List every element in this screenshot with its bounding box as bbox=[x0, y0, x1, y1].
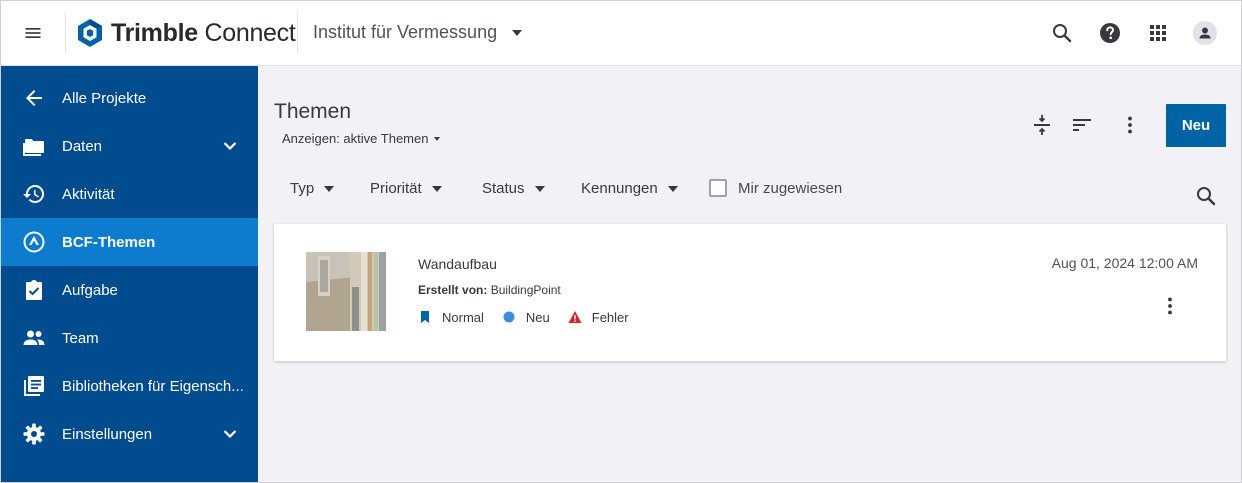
warning-icon bbox=[568, 311, 582, 323]
sidebar-item-bibliotheken[interactable]: Bibliotheken für Eigensch... bbox=[1, 362, 258, 410]
brand-name-light: Connect bbox=[204, 18, 296, 47]
sidebar-item-label: Aktivität bbox=[62, 185, 115, 203]
topic-priority: Normal bbox=[418, 310, 484, 325]
sort-icon[interactable] bbox=[1070, 113, 1094, 137]
sidebar-item-bcf-themen[interactable]: BCF-Themen bbox=[1, 218, 258, 266]
app-window: Trimble Connect Institut für Vermessung bbox=[0, 0, 1242, 483]
topic-thumbnail[interactable] bbox=[306, 252, 386, 331]
user-avatar-icon[interactable] bbox=[1193, 21, 1217, 45]
chevron-down-icon[interactable] bbox=[218, 134, 242, 158]
caret-down-icon bbox=[324, 185, 335, 192]
filter-label: Typ bbox=[290, 180, 315, 197]
caret-down-icon bbox=[534, 185, 545, 192]
arrow-left-icon bbox=[26, 90, 42, 106]
assigned-to-me-checkbox[interactable]: Mir zugewiesen bbox=[709, 179, 842, 197]
sidebar-item-label: Einstellungen bbox=[62, 425, 153, 443]
chevron-down-icon[interactable] bbox=[218, 422, 242, 446]
bookmark-icon bbox=[421, 311, 429, 323]
view-filter-select[interactable]: Anzeigen: aktive Themen bbox=[282, 131, 441, 146]
sidebar-item-label: Aufgabe bbox=[62, 281, 118, 299]
sidebar-item-label: Daten bbox=[62, 137, 103, 155]
caret-down-icon bbox=[434, 136, 441, 141]
folder-icon bbox=[23, 139, 44, 156]
sidebar-item-aktivitaet[interactable]: Aktivität bbox=[1, 170, 258, 218]
status-dot-icon bbox=[503, 311, 515, 323]
project-selector[interactable]: Institut für Vermessung bbox=[313, 22, 523, 43]
sidebar-item-einstellungen[interactable]: Einstellungen bbox=[1, 410, 258, 458]
header-divider bbox=[297, 13, 298, 53]
gear-icon bbox=[23, 423, 45, 445]
clipboard-check-icon bbox=[26, 280, 42, 300]
view-filter-label: Anzeigen: aktive Themen bbox=[282, 131, 429, 146]
search-icon[interactable] bbox=[1194, 184, 1218, 208]
trimble-logo-icon bbox=[78, 19, 102, 47]
history-icon bbox=[23, 185, 44, 203]
filter-status[interactable]: Status bbox=[482, 180, 545, 197]
sidebar-item-label: BCF-Themen bbox=[62, 233, 156, 251]
caret-down-icon bbox=[431, 185, 442, 192]
priority-label: Normal bbox=[442, 309, 484, 325]
sidebar-item-alle-projekte[interactable]: Alle Projekte bbox=[1, 74, 258, 122]
sidebar-item-label: Team bbox=[62, 329, 99, 347]
page-title: Themen bbox=[274, 100, 352, 123]
filter-label: Kennungen bbox=[581, 180, 658, 197]
author-name: BuildingPoint bbox=[490, 283, 561, 297]
topic-date: Aug 01, 2024 12:00 AM bbox=[1051, 255, 1198, 271]
caret-down-icon bbox=[512, 29, 523, 36]
sidebar: Alle Projekte Daten Aktivität BCF-Themen… bbox=[1, 66, 258, 482]
sidebar-item-label: Bibliotheken für Eigensch... bbox=[62, 377, 244, 395]
filter-label: Status bbox=[482, 180, 525, 197]
sidebar-item-label: Alle Projekte bbox=[62, 89, 147, 107]
status-label: Neu bbox=[525, 309, 550, 325]
filter-typ[interactable]: Typ bbox=[290, 180, 335, 197]
sidebar-item-team[interactable]: Team bbox=[1, 314, 258, 362]
apps-grid-icon[interactable] bbox=[1146, 21, 1170, 45]
library-icon bbox=[24, 376, 44, 396]
main-content: Themen Anzeigen: aktive Themen Neu Typ P… bbox=[258, 66, 1241, 482]
sidebar-item-aufgabe[interactable]: Aufgabe bbox=[1, 266, 258, 314]
filter-kennungen[interactable]: Kennungen bbox=[581, 180, 678, 197]
people-icon bbox=[23, 330, 45, 345]
collapse-vertical-icon[interactable] bbox=[1030, 113, 1054, 137]
header-divider bbox=[65, 13, 66, 53]
caret-down-icon bbox=[667, 185, 678, 192]
search-icon[interactable] bbox=[1050, 21, 1074, 45]
brand-name: Trimble Connect bbox=[111, 19, 296, 48]
bcf-topics-icon bbox=[23, 231, 45, 253]
more-vertical-icon[interactable] bbox=[1118, 113, 1142, 137]
filter-prioritaet[interactable]: Priorität bbox=[370, 180, 442, 197]
new-topic-button[interactable]: Neu bbox=[1166, 104, 1226, 147]
filter-label: Priorität bbox=[370, 180, 422, 197]
help-icon[interactable] bbox=[1098, 21, 1122, 45]
type-label: Fehler bbox=[591, 309, 629, 325]
trimble-connect-logo[interactable]: Trimble Connect bbox=[77, 18, 296, 48]
topic-meta: Normal Neu Fehler bbox=[418, 308, 647, 326]
topic-author: Erstellt von: BuildingPoint bbox=[418, 283, 561, 297]
sidebar-item-daten[interactable]: Daten bbox=[1, 122, 258, 170]
topic-card[interactable]: Wandaufbau Erstellt von: BuildingPoint N… bbox=[274, 224, 1226, 361]
topic-title: Wandaufbau bbox=[418, 256, 497, 272]
project-name: Institut für Vermessung bbox=[313, 22, 498, 42]
top-bar: Trimble Connect Institut für Vermessung bbox=[1, 1, 1241, 66]
hamburger-menu-icon[interactable] bbox=[23, 23, 43, 43]
brand-name-bold: Trimble bbox=[111, 18, 198, 47]
topic-type: Fehler bbox=[568, 310, 629, 325]
author-label: Erstellt von: bbox=[418, 283, 488, 297]
checkbox-box[interactable] bbox=[709, 179, 727, 197]
topic-status: Neu bbox=[502, 310, 550, 325]
checkbox-label: Mir zugewiesen bbox=[738, 179, 843, 197]
more-vertical-icon[interactable] bbox=[1158, 294, 1182, 318]
